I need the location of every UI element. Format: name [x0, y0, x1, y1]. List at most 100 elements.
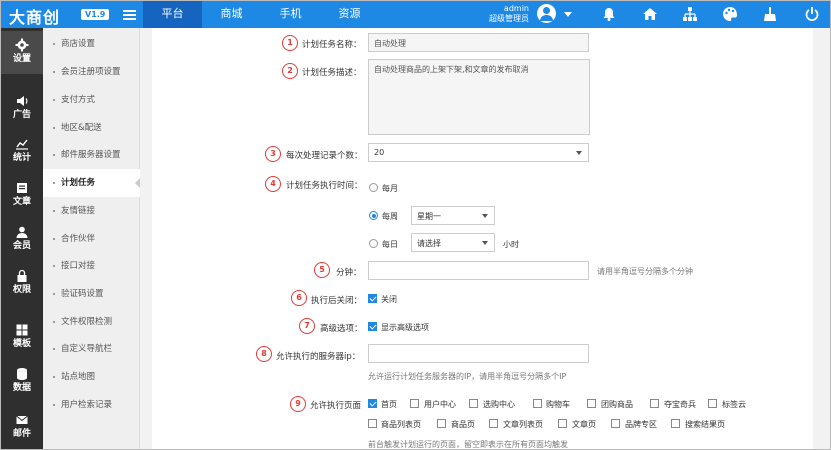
pages-label: 允许执行页面 — [310, 401, 362, 411]
app-logo[interactable]: 大商创 — [9, 4, 60, 28]
iconbar-item-templates[interactable]: 模板 — [1, 316, 43, 359]
name-label: 计划任务名称： — [302, 40, 362, 50]
advanced-label: 高级选项： — [320, 324, 363, 334]
broom-icon[interactable] — [761, 5, 779, 23]
hour-unit-label: 小时 — [503, 240, 519, 249]
server-ip-input[interactable] — [368, 344, 589, 363]
iconbar-item-articles[interactable]: 文章 — [1, 174, 43, 217]
chevron-down-icon[interactable] — [564, 12, 572, 17]
page-option: 夺宝奇兵 — [664, 400, 696, 409]
top-nav: 平台 商城 手机 资源 — [143, 1, 379, 28]
home-icon[interactable] — [641, 5, 659, 23]
page-checkbox-snatch[interactable] — [650, 399, 659, 408]
page-option: 搜索结果页 — [685, 420, 725, 429]
submenu-item-file-permissions[interactable]: 文件权限检测 — [43, 308, 140, 336]
task-desc-textarea[interactable]: 自动处理商品的上架下架,和文章的发布取消 — [368, 59, 590, 135]
iconbar-label: 邮件 — [12, 429, 31, 439]
cron-form-panel: 1 计划任务名称： 自动处理 2 计划任务描述： 自动处理商品的上架下架,和文章… — [152, 28, 813, 449]
iconbar-item-mail[interactable]: 邮件 — [1, 406, 43, 449]
sitemap-icon[interactable] — [681, 5, 699, 23]
page-option: 标签云 — [722, 400, 746, 409]
iconbar-item-members[interactable]: 会员 — [1, 218, 43, 261]
page-checkbox-tag-cloud[interactable] — [708, 399, 717, 408]
page-checkbox-user-center[interactable] — [410, 399, 419, 408]
weekly-radio[interactable] — [369, 211, 378, 220]
task-name-input[interactable]: 自动处理 — [368, 33, 589, 52]
submenu-label: 自定义导航栏 — [61, 344, 113, 354]
tab-resource[interactable]: 资源 — [320, 1, 379, 28]
weekday-select[interactable]: 星期一 — [411, 206, 495, 225]
submenu-label: 验证码设置 — [61, 289, 104, 299]
page-checkbox-goods-list[interactable] — [368, 419, 377, 428]
step-badge: 9 — [290, 396, 306, 412]
submenu-item-sitemap[interactable]: 站点地图 — [43, 363, 140, 391]
monthly-radio[interactable] — [369, 183, 378, 192]
main-content: 1 计划任务名称： 自动处理 2 计划任务描述： 自动处理商品的上架下架,和文章… — [140, 28, 830, 449]
iconbar-label: 会员 — [12, 241, 31, 251]
submenu-item-region-shipping[interactable]: 地区&配送 — [43, 114, 140, 142]
app-window: 大商创 V1.9 平台 商城 手机 资源 admin 超级管理员 设置 广告 统… — [0, 0, 831, 450]
bell-icon[interactable] — [600, 5, 618, 23]
iconbar-label: 统计 — [12, 153, 31, 163]
iconbar-label: 数据 — [12, 383, 31, 393]
user-name: admin — [503, 4, 529, 13]
tab-mobile[interactable]: 手机 — [261, 1, 320, 28]
minute-input[interactable] — [368, 261, 589, 280]
submenu-item-partners[interactable]: 合作伙伴 — [43, 225, 140, 253]
step-badge: 5 — [314, 262, 330, 278]
power-icon[interactable] — [803, 5, 821, 23]
user-info[interactable]: admin 超级管理员 — [485, 4, 529, 24]
submenu-item-friend-links[interactable]: 友情链接 — [43, 197, 140, 225]
page-checkbox-home[interactable] — [368, 399, 377, 408]
hour-select[interactable]: 请选择 — [411, 233, 495, 252]
submenu-item-api[interactable]: 接口对接 — [43, 252, 140, 280]
submenu-item-cron[interactable]: 计划任务 — [43, 169, 141, 197]
page-checkbox-cart[interactable] — [533, 399, 542, 408]
user-icon — [16, 226, 28, 238]
avatar[interactable] — [537, 4, 556, 23]
iconbar-item-ads[interactable]: 广告 — [1, 87, 43, 130]
page-option: 首页 — [381, 400, 397, 409]
close-after-checkbox[interactable] — [368, 294, 377, 303]
page-option: 商品页 — [451, 420, 475, 429]
tab-platform[interactable]: 平台 — [143, 1, 202, 28]
iconbar-item-stats[interactable]: 统计 — [1, 130, 43, 173]
tab-mall[interactable]: 商城 — [202, 1, 261, 28]
menu-toggle-icon[interactable] — [123, 10, 136, 20]
step-badge: 1 — [282, 35, 298, 51]
iconbar-item-permissions[interactable]: 权限 — [1, 262, 43, 305]
page-checkbox-brand[interactable] — [611, 419, 620, 428]
submenu-item-custom-nav[interactable]: 自定义导航栏 — [43, 335, 140, 363]
submenu-item-captcha[interactable]: 验证码设置 — [43, 280, 140, 308]
weekly-label: 每周 — [382, 212, 398, 221]
page-option: 选购中心 — [483, 400, 515, 409]
submenu-item-search-log[interactable]: 用户检索记录 — [43, 391, 140, 419]
submenu-item-payment[interactable]: 支付方式 — [43, 86, 140, 114]
step-badge: 4 — [265, 176, 281, 192]
page-checkbox-pick-center[interactable] — [469, 399, 478, 408]
submenu-item-mail-server[interactable]: 邮件服务器设置 — [43, 141, 140, 169]
monthly-label: 每月 — [382, 184, 398, 193]
version-badge: V1.9 — [81, 9, 110, 20]
page-checkbox-search-results[interactable] — [671, 419, 680, 428]
palette-icon[interactable] — [721, 5, 739, 23]
iconbar-label: 权限 — [12, 285, 31, 295]
daily-radio[interactable] — [369, 239, 378, 248]
lock-icon — [17, 269, 27, 282]
submenu-item-register-fields[interactable]: 会员注册项设置 — [43, 58, 140, 86]
iconbar-item-data[interactable]: 数据 — [1, 360, 43, 403]
advanced-checkbox[interactable] — [368, 322, 377, 331]
page-checkbox-article[interactable] — [558, 419, 567, 428]
page-checkbox-group-buy[interactable] — [587, 399, 596, 408]
iconbar-label: 文章 — [12, 197, 31, 207]
iconbar-item-settings[interactable]: 设置 — [1, 31, 43, 74]
page-checkbox-article-list[interactable] — [489, 419, 498, 428]
page-checkbox-goods[interactable] — [437, 419, 446, 428]
server-ip-hint: 允许运行计划任务服务器的IP，请用半角逗号分隔多个IP — [368, 372, 567, 381]
close-after-label: 执行后关闭： — [311, 296, 363, 306]
submenu-label: 地区&配送 — [61, 123, 102, 133]
submenu-item-store-settings[interactable]: 商店设置 — [43, 30, 140, 58]
top-bar: 大商创 V1.9 平台 商城 手机 资源 admin 超级管理员 — [1, 1, 830, 28]
record-count-select[interactable]: 20 — [368, 143, 589, 162]
iconbar-label: 设置 — [12, 54, 31, 64]
